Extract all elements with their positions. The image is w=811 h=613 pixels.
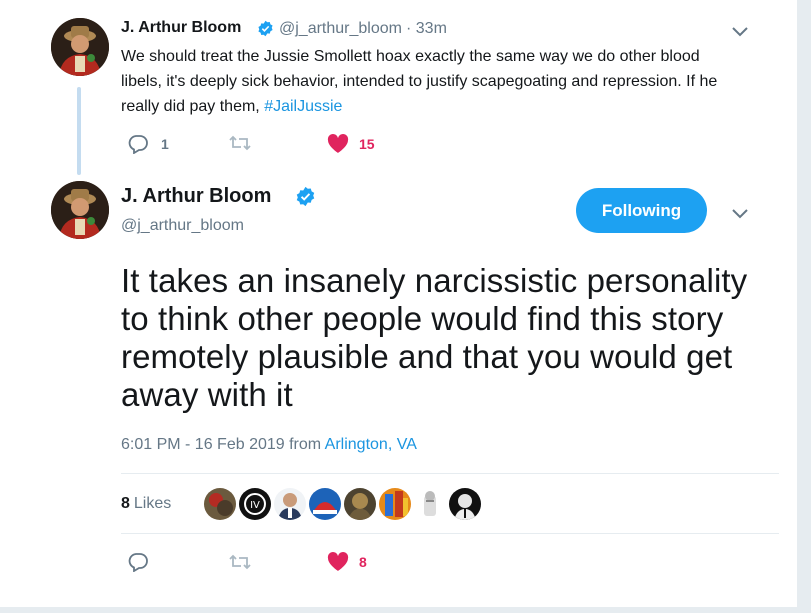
reply-button[interactable]: 1 [127,134,169,154]
avatar[interactable] [51,181,109,239]
thread-line [77,87,81,175]
tweet-time[interactable]: · 33m [406,20,447,38]
chevron-down-icon[interactable] [731,26,749,38]
heart-icon [327,134,349,153]
svg-text:IV: IV [250,500,260,511]
like-count: 8 [359,554,367,570]
verified-icon [296,186,315,207]
liker-avatar[interactable] [344,488,376,520]
likes-count: 8 [121,495,130,512]
scrollbar[interactable] [797,0,811,613]
retweet-button[interactable] [228,553,252,571]
liker-avatar[interactable] [274,488,306,520]
following-button[interactable]: Following [576,188,707,233]
reply-tweet-body: We should treat the Jussie Smollett hoax… [121,48,718,115]
liker-facepile: IV [204,488,484,520]
tweet-card: J. Arthur Bloom @j_arthur_bloom · 33m We… [0,0,797,607]
liker-avatar[interactable] [309,488,341,520]
like-count: 15 [359,136,375,152]
location-link[interactable]: Arlington, VA [325,436,417,453]
reply-tweet-text: We should treat the Jussie Smollett hoax… [121,44,721,119]
reply-button[interactable] [127,552,149,572]
divider [121,473,779,474]
liker-avatar[interactable] [379,488,411,520]
author-name[interactable]: J. Arthur Bloom [121,185,271,208]
retweet-icon [229,135,251,151]
verified-icon [258,20,273,37]
page-background [0,607,797,613]
like-button[interactable]: 15 [327,134,375,154]
tweet-timestamp: 6:01 PM - 16 Feb 2019 from Arlington, VA [121,436,417,454]
reply-icon [128,135,148,154]
hashtag-link[interactable]: #JailJussie [264,98,342,115]
liker-avatar[interactable]: IV [239,488,271,520]
retweet-button[interactable] [228,134,252,152]
retweet-icon [229,554,251,570]
likes-stat[interactable]: 8 Likes [121,495,171,513]
author-handle[interactable]: @j_arthur_bloom [121,217,244,235]
chevron-down-icon[interactable] [731,208,749,220]
main-tweet-text: It takes an insanely narcissistic person… [121,262,748,413]
avatar[interactable] [51,18,109,76]
liker-avatar[interactable] [414,488,446,520]
heart-icon [327,552,349,571]
liker-avatar[interactable] [204,488,236,520]
liker-avatar[interactable] [449,488,481,520]
divider [121,533,779,534]
author-handle[interactable]: @j_arthur_bloom [279,20,402,38]
avatar-image [51,18,109,76]
likes-label: Likes [133,495,172,512]
reply-count: 1 [161,136,169,152]
like-button[interactable]: 8 [327,552,367,572]
avatar-image [51,181,109,239]
timestamp-text[interactable]: 6:01 PM - 16 Feb 2019 from [121,436,325,453]
author-name[interactable]: J. Arthur Bloom [121,19,241,37]
reply-icon [128,553,148,572]
